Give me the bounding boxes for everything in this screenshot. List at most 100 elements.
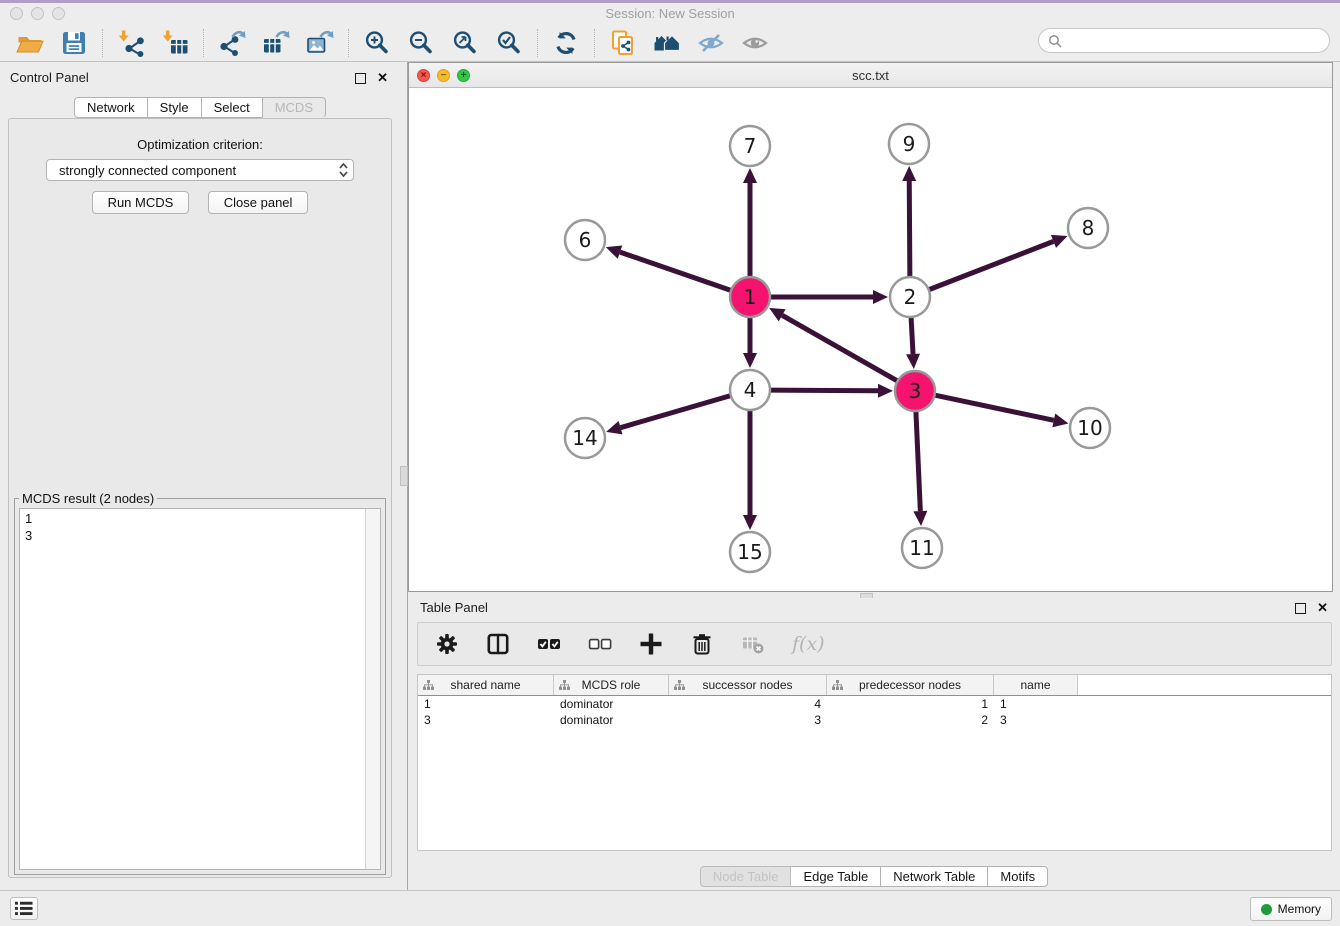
column-header-shared-name[interactable]: shared name (418, 675, 554, 695)
show-columns-button[interactable] (486, 632, 510, 656)
edge-3-10[interactable] (933, 395, 1069, 427)
table-tab-motifs[interactable]: Motifs (988, 866, 1048, 887)
table-cell-predecessor-nodes[interactable]: 2 (827, 712, 994, 728)
search-input[interactable] (1067, 32, 1320, 49)
node-2[interactable]: 2 (890, 277, 930, 317)
hide-graphics-details-button[interactable] (696, 28, 726, 58)
table-cell-shared-name[interactable]: 1 (418, 696, 554, 712)
network-canvas[interactable]: 7 9 6 8 1 2 4 3 14 10 15 11 (409, 87, 1332, 591)
edge-3-11[interactable] (913, 409, 927, 526)
open-session-button[interactable] (15, 28, 45, 58)
deselect-all-columns-button[interactable] (588, 632, 612, 656)
close-panel-button[interactable]: Close panel (208, 191, 309, 214)
table-cell-mcds-role[interactable]: dominator (554, 712, 669, 728)
table-tab-network-table[interactable]: Network Table (881, 866, 988, 887)
export-table-button[interactable] (261, 28, 291, 58)
zoom-fit-button[interactable] (450, 28, 480, 58)
table-settings-button[interactable] (435, 632, 459, 656)
export-network-button[interactable] (217, 28, 247, 58)
tab-network[interactable]: Network (74, 97, 148, 118)
import-network-button[interactable] (116, 28, 146, 58)
minimize-network-icon[interactable]: − (437, 69, 450, 82)
network-window-titlebar[interactable]: scc.txt × − + (409, 63, 1332, 88)
save-session-button[interactable] (59, 28, 89, 58)
node-15[interactable]: 15 (730, 532, 770, 572)
maximize-network-icon[interactable]: + (457, 69, 470, 82)
node-4[interactable]: 4 (730, 370, 770, 410)
apply-function-button[interactable]: f(x) (792, 632, 825, 656)
delete-column-button[interactable] (690, 632, 714, 656)
table-cell-predecessor-nodes[interactable]: 1 (827, 696, 994, 712)
column-header-mcds-role[interactable]: MCDS role (554, 675, 669, 695)
zoom-selected-button[interactable] (494, 28, 524, 58)
column-header-predecessor-nodes[interactable]: predecessor nodes (827, 675, 994, 695)
search-field[interactable] (1038, 28, 1330, 53)
home-view-button[interactable] (652, 28, 682, 58)
splitter-handle[interactable] (400, 466, 408, 486)
float-table-panel-icon[interactable] (1295, 603, 1306, 614)
edge-2-3[interactable] (906, 315, 920, 369)
table-tab-edge-table[interactable]: Edge Table (791, 866, 881, 887)
mcds-result-list[interactable]: 13 (19, 508, 381, 870)
node-1[interactable]: 1 (730, 277, 770, 317)
table-tab-node-table[interactable]: Node Table (700, 866, 792, 887)
table-row[interactable]: 1dominator411 (418, 696, 1331, 712)
export-image-button[interactable] (305, 28, 335, 58)
float-panel-icon[interactable] (355, 73, 366, 84)
result-item[interactable]: 1 (25, 510, 380, 527)
minimize-window-button[interactable] (31, 7, 44, 20)
edge-1-7[interactable] (743, 168, 757, 279)
vertical-splitter[interactable] (400, 62, 408, 890)
tab-mcds[interactable]: MCDS (263, 97, 326, 118)
add-column-button[interactable] (639, 632, 663, 656)
show-graphics-details-button[interactable] (740, 28, 770, 58)
copy-current-layout-button[interactable] (608, 28, 638, 58)
node-11[interactable]: 11 (902, 528, 942, 568)
table-cell-name[interactable]: 3 (994, 712, 1078, 728)
table-row[interactable]: 3dominator323 (418, 712, 1331, 728)
edge-1-6[interactable] (606, 245, 733, 291)
import-table-button[interactable] (160, 28, 190, 58)
memory-button[interactable]: Memory (1250, 897, 1332, 921)
edge-4-14[interactable] (606, 395, 733, 434)
table-cell-name[interactable]: 1 (994, 696, 1078, 712)
close-network-icon[interactable]: × (417, 69, 430, 82)
edge-4-15[interactable] (743, 408, 757, 530)
delete-table-button[interactable] (741, 632, 765, 656)
run-mcds-button[interactable]: Run MCDS (92, 191, 190, 214)
table-cell-mcds-role[interactable]: dominator (554, 696, 669, 712)
select-all-columns-button[interactable] (537, 632, 561, 656)
refresh-view-button[interactable] (551, 28, 581, 58)
edge-2-8[interactable] (927, 235, 1068, 291)
criterion-select[interactable]: strongly connected component (46, 159, 354, 181)
edge-2-9[interactable] (902, 166, 916, 279)
zoom-out-button[interactable] (406, 28, 436, 58)
edge-1-2[interactable] (768, 290, 888, 304)
column-header-successor-nodes[interactable]: successor nodes (669, 675, 827, 695)
close-table-panel-icon[interactable]: ✕ (1317, 600, 1328, 616)
node-8[interactable]: 8 (1068, 208, 1108, 248)
result-item[interactable]: 3 (25, 527, 380, 544)
zoom-window-button[interactable] (52, 7, 65, 20)
node-3[interactable]: 3 (895, 371, 935, 411)
table-cell-successor-nodes[interactable]: 4 (669, 696, 827, 712)
table-cell-shared-name[interactable]: 3 (418, 712, 554, 728)
edge-1-4[interactable] (743, 315, 757, 368)
close-panel-icon[interactable]: ✕ (377, 70, 388, 86)
close-window-button[interactable] (10, 7, 23, 20)
result-scrollbar[interactable] (365, 509, 380, 869)
node-7[interactable]: 7 (730, 126, 770, 166)
tab-style[interactable]: Style (148, 97, 202, 118)
node-9[interactable]: 9 (889, 124, 929, 164)
node-10[interactable]: 10 (1070, 408, 1110, 448)
tab-select[interactable]: Select (202, 97, 263, 118)
column-header-name[interactable]: name (994, 675, 1078, 695)
edge-3-1[interactable] (769, 308, 899, 382)
node-6[interactable]: 6 (565, 220, 605, 260)
table-cell-successor-nodes[interactable]: 3 (669, 712, 827, 728)
edge-4-3[interactable] (768, 384, 893, 398)
mcds-result-title: MCDS result (2 nodes) (19, 491, 157, 506)
panel-menu-button[interactable] (10, 897, 38, 920)
zoom-in-button[interactable] (362, 28, 392, 58)
node-14[interactable]: 14 (565, 418, 605, 458)
